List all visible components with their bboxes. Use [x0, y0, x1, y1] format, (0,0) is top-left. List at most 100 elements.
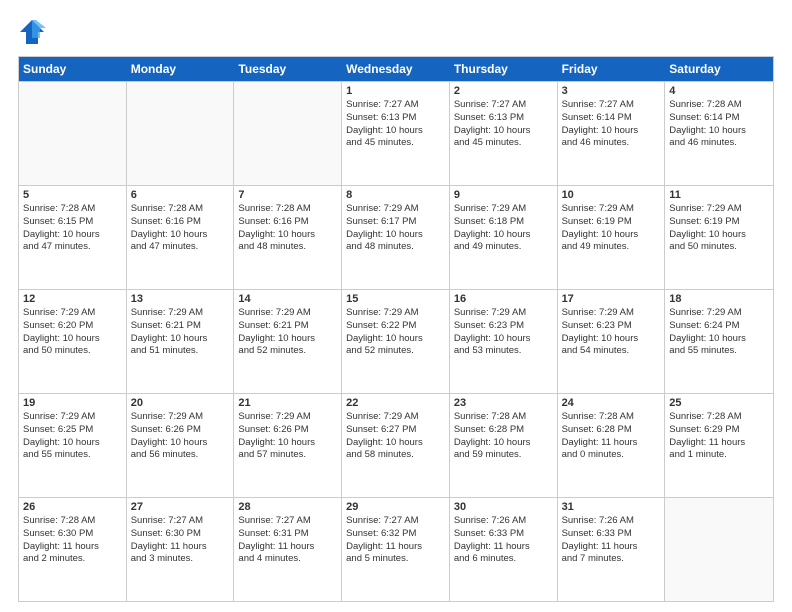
day-info: Sunrise: 7:27 AM Sunset: 6:13 PM Dayligh… [346, 99, 445, 150]
day-info: Sunrise: 7:29 AM Sunset: 6:26 PM Dayligh… [131, 411, 230, 462]
calendar-cell [19, 82, 127, 185]
logo [18, 18, 50, 46]
calendar-cell: 28 Sunrise: 7:27 AM Sunset: 6:31 PM Dayli… [234, 498, 342, 601]
day-number: 27 [131, 501, 230, 513]
day-info: Sunrise: 7:28 AM Sunset: 6:15 PM Dayligh… [23, 203, 122, 254]
day-info: Sunrise: 7:29 AM Sunset: 6:18 PM Dayligh… [454, 203, 553, 254]
calendar-cell: 10 Sunrise: 7:29 AM Sunset: 6:19 PM Dayli… [558, 186, 666, 289]
day-number: 21 [238, 397, 337, 409]
calendar-cell [127, 82, 235, 185]
calendar-cell: 31Sunrise: 7:26 AM Sunset: 6:33 PM Dayli… [558, 498, 666, 601]
calendar-cell: 5 Sunrise: 7:28 AM Sunset: 6:15 PM Daylig… [19, 186, 127, 289]
calendar-cell [665, 498, 773, 601]
calendar-row: 1 Sunrise: 7:27 AM Sunset: 6:13 PM Daylig… [19, 81, 773, 185]
day-number: 31 [562, 501, 661, 513]
day-number: 23 [454, 397, 553, 409]
calendar-cell: 3 Sunrise: 7:27 AM Sunset: 6:14 PM Daylig… [558, 82, 666, 185]
header-day: Monday [127, 57, 235, 81]
calendar-cell: 16 Sunrise: 7:29 AM Sunset: 6:23 PM Dayli… [450, 290, 558, 393]
calendar-header: SundayMondayTuesdayWednesdayThursdayFrid… [19, 57, 773, 81]
header-day: Tuesday [234, 57, 342, 81]
day-info: Sunrise: 7:28 AM Sunset: 6:30 PM Dayligh… [23, 515, 122, 566]
calendar-cell: 14 Sunrise: 7:29 AM Sunset: 6:21 PM Dayli… [234, 290, 342, 393]
calendar-cell: 12 Sunrise: 7:29 AM Sunset: 6:20 PM Dayli… [19, 290, 127, 393]
day-number: 10 [562, 189, 661, 201]
day-info: Sunrise: 7:29 AM Sunset: 6:20 PM Dayligh… [23, 307, 122, 358]
day-number: 14 [238, 293, 337, 305]
calendar-cell: 18 Sunrise: 7:29 AM Sunset: 6:24 PM Dayli… [665, 290, 773, 393]
calendar-body: 1 Sunrise: 7:27 AM Sunset: 6:13 PM Daylig… [19, 81, 773, 601]
day-number: 2 [454, 85, 553, 97]
day-info: Sunrise: 7:26 AM Sunset: 6:33 PM Dayligh… [454, 515, 553, 566]
day-info: Sunrise: 7:29 AM Sunset: 6:19 PM Dayligh… [562, 203, 661, 254]
header [18, 18, 774, 46]
day-number: 4 [669, 85, 769, 97]
day-info: Sunrise: 7:28 AM Sunset: 6:28 PM Dayligh… [562, 411, 661, 462]
calendar-cell: 26 Sunrise: 7:28 AM Sunset: 6:30 PM Dayli… [19, 498, 127, 601]
calendar-cell: 27 Sunrise: 7:27 AM Sunset: 6:30 PM Dayli… [127, 498, 235, 601]
calendar-cell: 13 Sunrise: 7:29 AM Sunset: 6:21 PM Dayli… [127, 290, 235, 393]
calendar-cell: 11Sunrise: 7:29 AM Sunset: 6:19 PM Dayli… [665, 186, 773, 289]
day-number: 26 [23, 501, 122, 513]
calendar-cell: 30Sunrise: 7:26 AM Sunset: 6:33 PM Dayli… [450, 498, 558, 601]
day-number: 9 [454, 189, 553, 201]
day-number: 29 [346, 501, 445, 513]
day-number: 19 [23, 397, 122, 409]
day-info: Sunrise: 7:29 AM Sunset: 6:21 PM Dayligh… [131, 307, 230, 358]
calendar-cell: 25 Sunrise: 7:28 AM Sunset: 6:29 PM Dayli… [665, 394, 773, 497]
day-info: Sunrise: 7:28 AM Sunset: 6:16 PM Dayligh… [131, 203, 230, 254]
calendar-cell: 24 Sunrise: 7:28 AM Sunset: 6:28 PM Dayli… [558, 394, 666, 497]
calendar-cell: 17 Sunrise: 7:29 AM Sunset: 6:23 PM Dayli… [558, 290, 666, 393]
day-number: 8 [346, 189, 445, 201]
day-number: 13 [131, 293, 230, 305]
day-number: 22 [346, 397, 445, 409]
day-info: Sunrise: 7:28 AM Sunset: 6:28 PM Dayligh… [454, 411, 553, 462]
calendar-cell: 6 Sunrise: 7:28 AM Sunset: 6:16 PM Daylig… [127, 186, 235, 289]
day-info: Sunrise: 7:29 AM Sunset: 6:23 PM Dayligh… [562, 307, 661, 358]
page: SundayMondayTuesdayWednesdayThursdayFrid… [0, 0, 792, 612]
day-number: 11 [669, 189, 769, 201]
day-number: 12 [23, 293, 122, 305]
day-number: 17 [562, 293, 661, 305]
day-number: 15 [346, 293, 445, 305]
day-number: 25 [669, 397, 769, 409]
day-info: Sunrise: 7:29 AM Sunset: 6:21 PM Dayligh… [238, 307, 337, 358]
day-info: Sunrise: 7:28 AM Sunset: 6:29 PM Dayligh… [669, 411, 769, 462]
day-info: Sunrise: 7:29 AM Sunset: 6:27 PM Dayligh… [346, 411, 445, 462]
day-info: Sunrise: 7:29 AM Sunset: 6:24 PM Dayligh… [669, 307, 769, 358]
calendar-cell: 8 Sunrise: 7:29 AM Sunset: 6:17 PM Daylig… [342, 186, 450, 289]
calendar-cell: 4 Sunrise: 7:28 AM Sunset: 6:14 PM Daylig… [665, 82, 773, 185]
day-number: 5 [23, 189, 122, 201]
day-info: Sunrise: 7:27 AM Sunset: 6:31 PM Dayligh… [238, 515, 337, 566]
day-number: 16 [454, 293, 553, 305]
day-info: Sunrise: 7:27 AM Sunset: 6:13 PM Dayligh… [454, 99, 553, 150]
calendar-row: 12 Sunrise: 7:29 AM Sunset: 6:20 PM Dayli… [19, 289, 773, 393]
calendar-row: 26 Sunrise: 7:28 AM Sunset: 6:30 PM Dayli… [19, 497, 773, 601]
calendar-cell [234, 82, 342, 185]
day-info: Sunrise: 7:29 AM Sunset: 6:25 PM Dayligh… [23, 411, 122, 462]
calendar-cell: 15Sunrise: 7:29 AM Sunset: 6:22 PM Dayli… [342, 290, 450, 393]
day-number: 24 [562, 397, 661, 409]
header-day: Sunday [19, 57, 127, 81]
day-number: 3 [562, 85, 661, 97]
day-info: Sunrise: 7:29 AM Sunset: 6:17 PM Dayligh… [346, 203, 445, 254]
day-info: Sunrise: 7:27 AM Sunset: 6:14 PM Dayligh… [562, 99, 661, 150]
calendar-cell: 19 Sunrise: 7:29 AM Sunset: 6:25 PM Dayli… [19, 394, 127, 497]
day-info: Sunrise: 7:29 AM Sunset: 6:23 PM Dayligh… [454, 307, 553, 358]
day-info: Sunrise: 7:28 AM Sunset: 6:14 PM Dayligh… [669, 99, 769, 150]
calendar-cell: 29 Sunrise: 7:27 AM Sunset: 6:32 PM Dayli… [342, 498, 450, 601]
day-number: 1 [346, 85, 445, 97]
day-number: 6 [131, 189, 230, 201]
logo-icon [18, 18, 46, 46]
calendar-cell: 23 Sunrise: 7:28 AM Sunset: 6:28 PM Dayli… [450, 394, 558, 497]
day-number: 28 [238, 501, 337, 513]
calendar-row: 5 Sunrise: 7:28 AM Sunset: 6:15 PM Daylig… [19, 185, 773, 289]
calendar-cell: 22 Sunrise: 7:29 AM Sunset: 6:27 PM Dayli… [342, 394, 450, 497]
header-day: Thursday [450, 57, 558, 81]
calendar-cell: 7Sunrise: 7:28 AM Sunset: 6:16 PM Daylig… [234, 186, 342, 289]
day-info: Sunrise: 7:27 AM Sunset: 6:30 PM Dayligh… [131, 515, 230, 566]
day-number: 18 [669, 293, 769, 305]
day-info: Sunrise: 7:27 AM Sunset: 6:32 PM Dayligh… [346, 515, 445, 566]
calendar-row: 19 Sunrise: 7:29 AM Sunset: 6:25 PM Dayli… [19, 393, 773, 497]
header-day: Friday [558, 57, 666, 81]
